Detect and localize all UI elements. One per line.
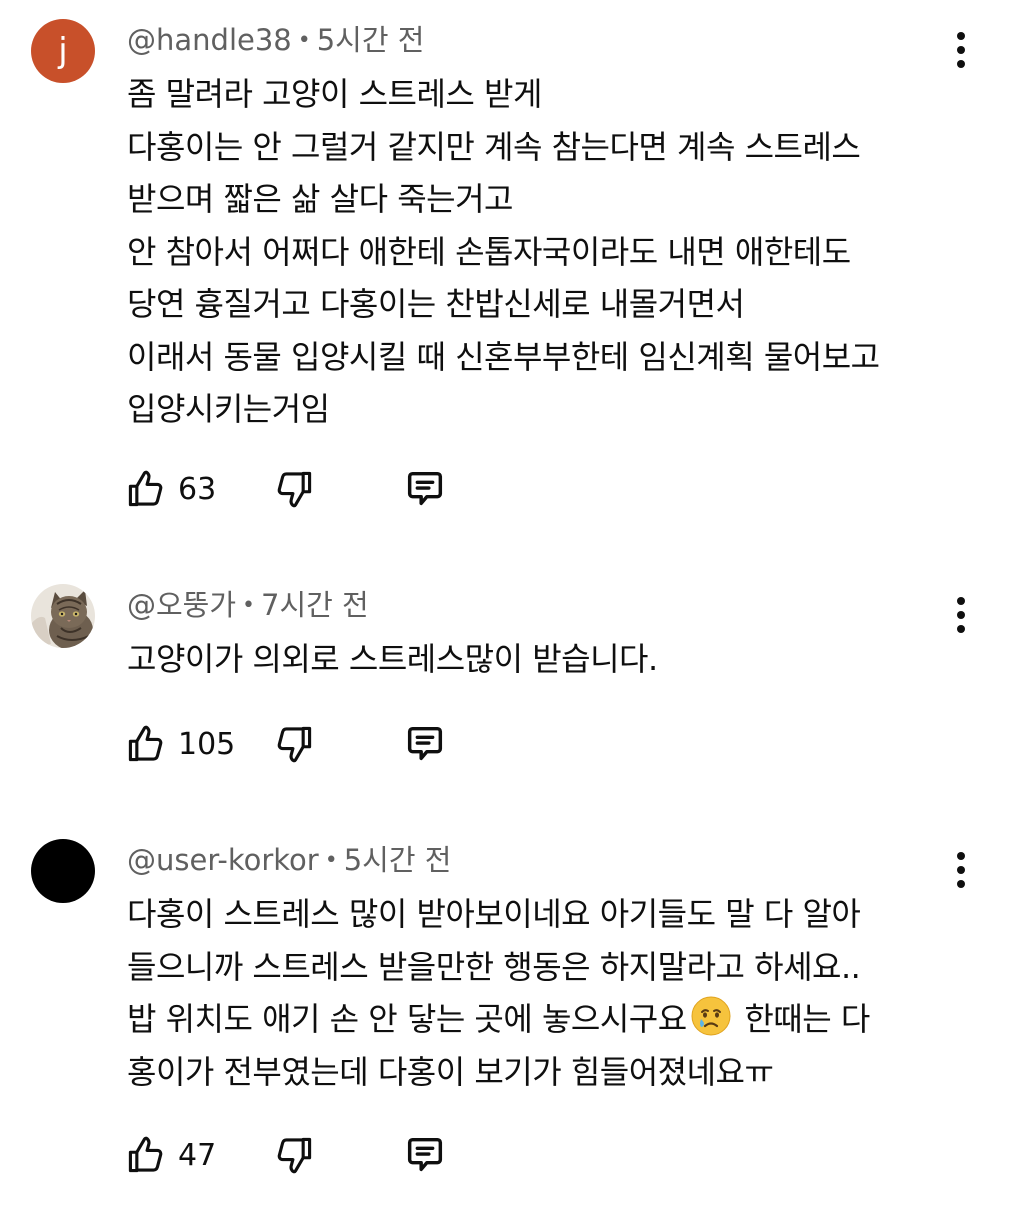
comment-text: 좀 말려라 고양이 스트레스 받게 다홍이는 안 그럴거 같지만 계속 참는다면… [127, 68, 977, 436]
comment-bubble-icon [402, 1130, 448, 1180]
comment-line: 고양이가 의외로 스트레스많이 받습니다. [127, 640, 658, 678]
more-options-button[interactable] [944, 27, 978, 73]
like-button[interactable]: 63 [124, 464, 216, 514]
dislike-button[interactable] [272, 1130, 316, 1180]
comment-line: 안 참아서 어쩌다 애한테 손톱자국이라도 내면 애한테도 [127, 232, 851, 271]
comment-time[interactable]: 5시간 전 [317, 23, 425, 57]
dot-icon [957, 625, 965, 633]
comment-line: 좀 말려라 고양이 스트레스 받게 [127, 75, 542, 113]
comment-author[interactable]: @handle38 [127, 23, 292, 57]
comment-line: 밥 위치도 애기 손 안 닿는 곳에 놓으시구요 한때는 다 [127, 993, 977, 1046]
comment-line-text: 한때는 다 [744, 1000, 870, 1038]
avatar-letter: j [58, 31, 68, 71]
comment-line: 이래서 동물 입양시킬 때 신혼부부한테 임신계획 물어보고 [127, 337, 880, 376]
comment-text: 고양이가 의외로 스트레스많이 받습니다. [127, 633, 977, 686]
thumbs-down-icon [272, 1130, 316, 1180]
dislike-button[interactable] [272, 464, 316, 514]
comment-time[interactable]: 5시간 전 [344, 843, 452, 877]
comment-line: 당연 흉질거고 다홍이는 찬밥신세로 내몰거면서 [127, 285, 745, 323]
avatar[interactable]: j [31, 19, 95, 83]
reply-button[interactable] [402, 464, 448, 514]
comment-actions: 47 [124, 1130, 524, 1180]
thumbs-up-icon [124, 467, 168, 511]
thumbs-down-icon [272, 719, 316, 769]
comment-line: 입양시키는거임 [127, 390, 330, 428]
comment-author[interactable]: @user-korkor [127, 843, 319, 877]
comment-line: 받으며 짧은 삶 살다 죽는거고 [127, 180, 513, 218]
comment-line: 들으니까 스트레스 받을만한 행동은 하지말라고 하세요.. [127, 947, 861, 986]
dot-icon [957, 597, 965, 605]
comment-header: @오뚱가 • 7시간 전 [127, 585, 369, 626]
dot-icon [957, 60, 965, 68]
comment-line: 다홍이는 안 그럴거 같지만 계속 참는다면 계속 스트레스 [127, 127, 861, 166]
comment-author[interactable]: @오뚱가 [127, 588, 236, 622]
separator-dot: • [242, 593, 256, 618]
reply-button[interactable] [402, 1130, 448, 1180]
avatar[interactable] [31, 584, 95, 648]
more-options-button[interactable] [944, 592, 978, 638]
like-button[interactable]: 47 [124, 1130, 216, 1180]
comment-line: 홍이가 전부였는데 다홍이 보기가 힘들어졌네요ㅠ [127, 1052, 774, 1091]
thumbs-down-icon [272, 464, 316, 514]
comment-time[interactable]: 7시간 전 [261, 588, 369, 622]
dot-icon [957, 611, 965, 619]
dot-icon [957, 32, 965, 40]
dislike-button[interactable] [272, 719, 316, 769]
like-count: 63 [178, 471, 217, 507]
like-count: 105 [178, 726, 236, 762]
thumbs-up-icon [124, 1133, 168, 1177]
dot-icon [957, 46, 965, 54]
dot-icon [957, 866, 965, 874]
more-options-button[interactable] [944, 847, 978, 893]
thumbs-up-icon [124, 722, 168, 766]
comment-actions: 105 [124, 719, 524, 769]
separator-dot: • [324, 848, 338, 873]
comment-bubble-icon [402, 719, 448, 769]
like-count: 47 [178, 1137, 217, 1173]
avatar[interactable] [31, 839, 95, 903]
crying-face-icon [689, 994, 733, 1038]
comment-header: @user-korkor • 5시간 전 [127, 840, 451, 881]
comment-line-text: 밥 위치도 애기 손 안 닿는 곳에 놓으시구요 [127, 1000, 687, 1038]
comment-bubble-icon [402, 464, 448, 514]
comment-line: 다홍이 스트레스 많이 받아보이네요 아기들도 말 다 알아 [127, 895, 861, 933]
comment-text: 다홍이 스트레스 많이 받아보이네요 아기들도 말 다 알아 들으니까 스트레스… [127, 888, 977, 1098]
dot-icon [957, 880, 965, 888]
reply-button[interactable] [402, 719, 448, 769]
comment-header: @handle38 • 5시간 전 [127, 20, 424, 61]
like-button[interactable]: 105 [124, 719, 235, 769]
dot-icon [957, 852, 965, 860]
separator-dot: • [297, 28, 311, 53]
cat-photo [31, 584, 95, 648]
comment-actions: 63 [124, 464, 524, 514]
